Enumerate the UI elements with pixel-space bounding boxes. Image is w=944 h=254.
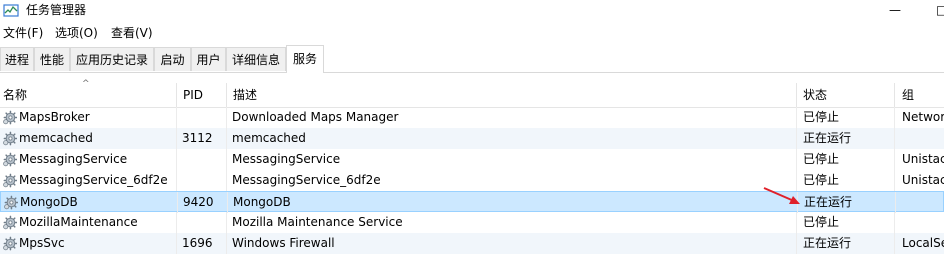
service-name-cell: memcached [0,128,175,149]
header-pid[interactable]: PID [177,83,226,107]
service-status: 正在运行 [803,236,852,250]
table-row[interactable]: MozillaMaintenance Mozilla Maintenance S… [0,212,944,233]
service-description: MessagingService [232,152,341,166]
tab-performance[interactable]: 性能 [34,47,70,71]
gear-icon [2,110,17,125]
table-row[interactable]: MapsBroker Downloaded Maps Manager 已停止 N… [0,107,944,128]
menu-file[interactable]: 文件(F) [3,25,43,41]
service-name-cell: MozillaMaintenance [0,212,175,233]
service-name: MpsSvc [19,236,65,250]
tab-services[interactable]: 服务 [286,45,324,73]
header-description[interactable]: 描述 [227,83,796,107]
service-name: memcached [19,131,93,145]
service-name: MongoDB [20,195,78,209]
service-status: 已停止 [803,173,840,187]
gear-icon [2,173,17,188]
service-name-cell: MessagingService_6df2e [0,170,175,191]
menu-options[interactable]: 选项(O) [55,25,98,41]
service-name-cell: MapsBroker [0,107,175,128]
gear-icon [3,195,18,210]
menu-view[interactable]: 查看(V) [111,25,153,41]
gear-icon [2,236,17,251]
gear-icon [2,215,17,230]
tab-users[interactable]: 用户 [191,47,226,71]
menu-bar: 文件(F) 选项(O) 查看(V) [0,23,944,43]
service-status: 已停止 [803,215,840,229]
header-group[interactable]: 组 [895,83,944,107]
service-status: 正在运行 [804,195,853,209]
service-name-cell: MongoDB [1,192,176,213]
service-name: MapsBroker [19,110,90,124]
service-group: Networ [902,110,944,124]
service-name: MessagingService [19,152,128,166]
column-header: 名称 PID 描述 状态 组 [0,83,944,108]
table-row[interactable]: MpsSvc 1696 Windows Firewall 正在运行 LocalS… [0,233,944,254]
tab-processes[interactable]: 进程 [0,47,34,71]
service-pid [177,212,230,233]
service-description: memcached [232,131,306,145]
service-group [896,192,944,213]
gear-icon [2,131,17,146]
service-pid [177,170,230,191]
service-group: LocalSe [902,236,944,250]
service-group: Unistac [902,173,944,187]
service-pid [177,107,230,128]
title-bar: 任务管理器 — □ [0,0,944,22]
header-status[interactable]: 状态 [797,83,894,107]
service-name: MessagingService_6df2e [19,173,168,187]
service-description: MongoDB [233,195,291,209]
table-row[interactable]: memcached 3112 memcached 正在运行 [0,128,944,149]
maximize-button[interactable]: □ [936,2,944,18]
minimize-button[interactable]: — [889,2,901,18]
tab-app-history[interactable]: 应用历史记录 [70,47,154,71]
service-description: Mozilla Maintenance Service [232,215,403,229]
service-group [895,212,944,233]
header-name[interactable]: 名称 [0,83,176,107]
service-status: 已停止 [803,152,840,166]
service-name-cell: MessagingService [0,149,175,170]
table-row[interactable]: MessagingService MessagingService 已停止 Un… [0,149,944,170]
service-status: 正在运行 [803,131,852,145]
task-manager-icon [3,4,19,17]
service-description: MessagingService_6df2e [232,173,381,187]
service-name-cell: MpsSvc [0,233,175,254]
service-group [895,128,944,149]
tab-strip: 进程 性能 应用历史记录 启动 用户 详细信息 服务 [0,45,944,73]
service-pid [177,149,230,170]
tab-details[interactable]: 详细信息 [226,47,286,71]
service-group: Unistac [902,152,944,166]
window-title: 任务管理器 [26,3,87,17]
service-description: Downloaded Maps Manager [232,110,399,124]
service-status: 已停止 [803,110,840,124]
service-description: Windows Firewall [232,236,335,250]
tab-startup[interactable]: 启动 [154,47,191,71]
service-name: MozillaMaintenance [19,215,138,229]
service-pid: 1696 [182,236,213,250]
service-pid: 9420 [183,195,214,209]
services-list: MapsBroker Downloaded Maps Manager 已停止 N… [0,107,944,254]
service-pid: 3112 [182,131,213,145]
annotation-arrow [763,187,800,204]
gear-icon [2,152,17,167]
